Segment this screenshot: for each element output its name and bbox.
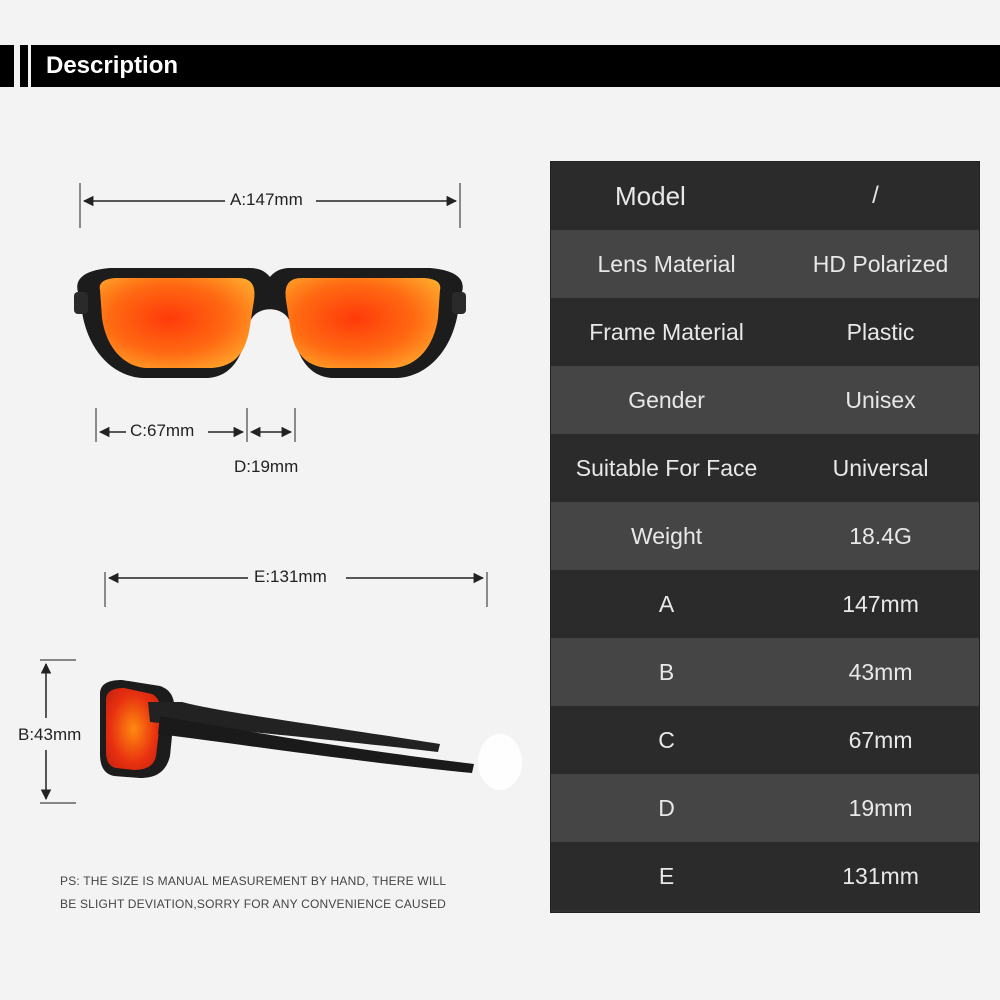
spec-row-face: Suitable For Face Universal [551,434,979,502]
spec-key: B [658,658,675,685]
spec-value: 18.4G [849,522,912,549]
spec-value: 131mm [842,862,919,889]
spec-key: Frame Material [589,318,744,345]
dimension-a-label: A:147mm [226,190,307,210]
spec-key: C [658,726,675,753]
spec-row-lens-material: Lens Material HD Polarized [551,230,979,298]
spec-key: Suitable For Face [575,454,758,481]
spec-row-e: E 131mm [551,842,979,910]
note-line: PS: THE SIZE IS MANUAL MEASUREMENT BY HA… [60,874,447,888]
spec-value: 67mm [848,726,913,753]
spec-value: / [872,182,879,209]
spec-value: Universal [832,454,929,481]
spec-value: 43mm [848,658,913,685]
spec-row-model: Model / [551,162,979,230]
spec-row-d: D 19mm [551,774,979,842]
spec-key: D [658,794,675,821]
spec-value: Plastic [846,318,915,345]
spec-row-frame-material: Frame Material Plastic [551,298,979,366]
spec-value: 19mm [848,794,913,821]
spec-table: Model / Lens Material HD Polarized Frame… [550,161,980,913]
spec-row-a: A 147mm [551,570,979,638]
glasses-front-view [74,268,466,378]
measurement-note: PS: THE SIZE IS MANUAL MEASUREMENT BY HA… [60,870,500,916]
glasses-side-view [100,680,522,790]
spec-value: HD Polarized [812,250,949,277]
spec-key: A [658,590,675,617]
dimension-diagram [40,183,522,804]
spec-row-weight: Weight 18.4G [551,502,979,570]
dimension-e-label: E:131mm [250,567,331,587]
spec-key: Model [615,180,686,211]
spec-key: Weight [630,522,703,549]
spec-row-c: C 67mm [551,706,979,774]
spec-value: 147mm [842,590,919,617]
dimension-d-label: D:19mm [230,457,303,477]
spec-value: Unisex [845,386,916,413]
spec-row-b: B 43mm [551,638,979,706]
dimension-b-label: B:43mm [14,725,86,745]
dimension-c-label: C:67mm [126,421,199,441]
spec-row-gender: Gender Unisex [551,366,979,434]
spec-key: E [658,862,675,889]
spec-key: Lens Material [597,250,736,277]
spec-key: Gender [628,386,705,413]
note-line: BE SLIGHT DEVIATION,SORRY FOR ANY CONVEN… [60,897,447,911]
